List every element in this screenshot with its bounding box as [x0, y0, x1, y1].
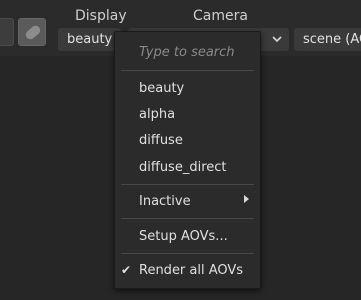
divider [121, 253, 254, 254]
search-input[interactable]: Type to search [139, 45, 235, 60]
scene-value: scene (AOVs) [303, 32, 361, 47]
scene-dropdown[interactable]: scene (AOVs) [294, 28, 361, 51]
chevron-down-icon [272, 36, 282, 43]
checkmark-icon: ✔ [121, 263, 132, 277]
display-dropdown[interactable]: beauty [58, 28, 121, 51]
menu-item-inactive[interactable]: Inactive [139, 194, 191, 209]
menu-item-diffuse-direct[interactable]: diffuse_direct [139, 160, 227, 175]
menu-item-setup-aovs[interactable]: Setup AOVs... [139, 229, 228, 244]
camera-label: Camera [193, 8, 248, 24]
menu-item-alpha[interactable]: alpha [139, 107, 175, 122]
pill-icon [23, 23, 43, 42]
submenu-arrow-icon [244, 195, 249, 203]
divider [121, 70, 254, 71]
display-value: beauty [67, 32, 113, 47]
divider [121, 184, 254, 185]
display-aov-dropdown-menu: Type to search beauty alpha diffuse diff… [114, 31, 261, 289]
menu-item-diffuse[interactable]: diffuse [139, 133, 183, 148]
aov-pill-button[interactable] [18, 18, 46, 46]
menu-item-render-all-aovs[interactable]: Render all AOVs [139, 263, 243, 278]
display-label: Display [75, 8, 127, 24]
toolbar-button[interactable] [0, 18, 14, 46]
divider [121, 218, 254, 219]
menu-item-beauty[interactable]: beauty [139, 81, 184, 96]
